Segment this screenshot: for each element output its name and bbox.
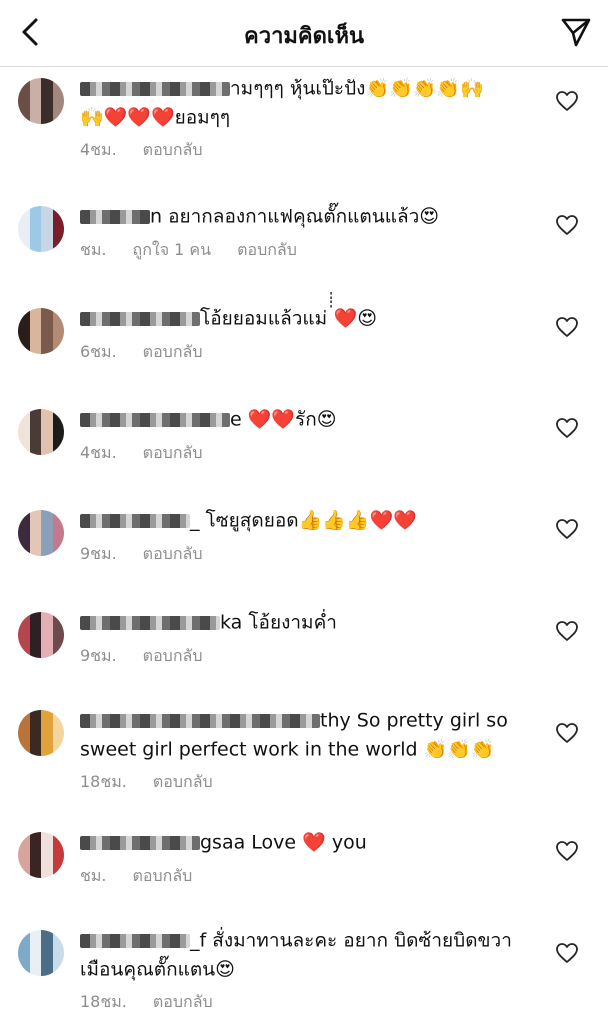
redacted-username[interactable] [80, 311, 200, 326]
reply-button[interactable]: ตอบกลับ [153, 772, 213, 791]
timestamp: ชม. [80, 866, 107, 885]
avatar[interactable] [18, 78, 64, 124]
comment-meta: 18ชม. ตอบกลับ [80, 770, 239, 795]
top-bar: ความคิดเห็น [0, 0, 608, 67]
comment-line-2: sweet girl perfect work in the world 👏👏👏 [80, 738, 495, 760]
avatar[interactable] [18, 206, 64, 252]
comment-text: ka โอ้ยงามค่ำ [80, 608, 520, 637]
heart-icon[interactable] [555, 316, 579, 338]
avatar[interactable] [18, 409, 64, 455]
comment-meta: 4ชม. ตอบกลับ [80, 441, 228, 466]
like-count[interactable]: ถูกใจ 1 คน [133, 240, 212, 259]
redacted-username[interactable] [80, 615, 220, 630]
comment-item: ka โอ้ยงามค่ำ 9ชม. ตอบกลับ [0, 606, 608, 696]
comment-text: ามๆๆๆ หุ้นเป๊ะปัง👏👏👏👏🙌 🙌❤️❤️❤️ยอมๆๆ [80, 74, 520, 131]
comment-text: _f สั่งมาทานละคะ อยาก บิดซ้ายบิดขวาเมือน… [80, 926, 520, 983]
comment-meta: 9ชม. ตอบกลับ [80, 644, 228, 669]
heart-icon[interactable] [555, 840, 579, 862]
heart-icon[interactable] [555, 722, 579, 744]
comment-text: โอ้ยยอมแล้วแม่ ่่่่❤️😍 [80, 304, 520, 333]
paper-plane-icon [561, 18, 591, 47]
comment-item: gsaa Love ❤️ you ชม. ตอบกลับ [0, 826, 608, 916]
comment-line-1: _ โซยูสุดยอด👍👍👍❤️❤️ [190, 509, 417, 532]
avatar[interactable] [18, 710, 64, 756]
comment-text: gsaa Love ❤️ you [80, 828, 520, 857]
comment-meta: ชม. ตอบกลับ [80, 864, 218, 889]
timestamp: 9ชม. [80, 646, 117, 665]
reply-button[interactable]: ตอบกลับ [143, 443, 203, 462]
send-button[interactable] [558, 14, 594, 50]
comment-item: โอ้ยยอมแล้วแม่ ่่่่❤️😍 6ชม. ตอบกลับ [0, 302, 608, 392]
heart-icon[interactable] [555, 90, 579, 112]
timestamp: 9ชม. [80, 544, 117, 563]
comment-line-1: ka โอ้ยงามค่ำ [220, 611, 337, 634]
redacted-username[interactable] [80, 81, 230, 96]
comment-text: _ โซยูสุดยอด👍👍👍❤️❤️ [80, 506, 520, 535]
comment-item: thy So pretty girl so sweet girl perfect … [0, 704, 608, 814]
timestamp: ชม. [80, 240, 107, 259]
comment-line-1: n อยากลองกาแฟคุณตั๊กแตนแล้ว😍 [150, 205, 440, 228]
heart-icon[interactable] [555, 214, 579, 236]
timestamp: 6ชม. [80, 342, 117, 361]
reply-button[interactable]: ตอบกลับ [143, 140, 203, 159]
heart-icon[interactable] [555, 518, 579, 540]
reply-button[interactable]: ตอบกลับ [153, 992, 213, 1011]
reply-button[interactable]: ตอบกลับ [143, 544, 203, 563]
avatar[interactable] [18, 612, 64, 658]
comment-text: e ❤️❤️รัก😍 [80, 405, 520, 434]
page-title: ความคิดเห็น [244, 24, 364, 49]
redacted-username[interactable] [80, 713, 320, 728]
comment-text: n อยากลองกาแฟคุณตั๊กแตนแล้ว😍 [80, 202, 520, 231]
comment-meta: ชม. ถูกใจ 1 คน ตอบกลับ [80, 238, 323, 263]
reply-button[interactable]: ตอบกลับ [237, 240, 297, 259]
comment-meta: 18ชม. ตอบกลับ [80, 990, 239, 1015]
comment-text: thy So pretty girl so sweet girl perfect … [80, 706, 520, 763]
redacted-username[interactable] [80, 513, 190, 528]
comment-line-1: ามๆๆๆ หุ้นเป๊ะปัง👏👏👏👏🙌 [230, 77, 484, 100]
reply-button[interactable]: ตอบกลับ [143, 646, 203, 665]
comment-meta: 9ชม. ตอบกลับ [80, 542, 228, 567]
heart-icon[interactable] [555, 417, 579, 439]
heart-icon[interactable] [555, 942, 579, 964]
comment-item: n อยากลองกาแฟคุณตั๊กแตนแล้ว😍 ชม. ถูกใจ 1 ค… [0, 200, 608, 290]
comment-meta: 4ชม. ตอบกลับ [80, 138, 228, 163]
avatar[interactable] [18, 930, 64, 976]
comment-line-1: thy So pretty girl so [320, 709, 508, 732]
reply-button[interactable]: ตอบกลับ [133, 866, 193, 885]
redacted-username[interactable] [80, 835, 200, 850]
heart-icon[interactable] [555, 620, 579, 642]
comment-line-1: _f สั่งมาทานละคะ อยาก บิดซ้ายบิดขวา [190, 929, 512, 952]
timestamp: 18ชม. [80, 992, 127, 1011]
comment-item: _ โซยูสุดยอด👍👍👍❤️❤️ 9ชม. ตอบกลับ [0, 504, 608, 594]
redacted-username[interactable] [80, 412, 230, 427]
avatar[interactable] [18, 308, 64, 354]
comment-item: ามๆๆๆ หุ้นเป๊ะปัง👏👏👏👏🙌 🙌❤️❤️❤️ยอมๆๆ 4ชม. ตอ… [0, 72, 608, 182]
comment-line-1: gsaa Love ❤️ you [200, 831, 367, 854]
redacted-username[interactable] [80, 209, 150, 224]
comment-line-2: 🙌❤️❤️❤️ยอมๆๆ [80, 106, 231, 128]
comment-meta: 6ชม. ตอบกลับ [80, 340, 228, 365]
avatar[interactable] [18, 510, 64, 556]
timestamp: 4ชม. [80, 443, 117, 462]
comment-line-2: เมือนคุณตั๊กแตน😍 [80, 958, 235, 980]
timestamp: 18ชม. [80, 772, 127, 791]
comment-line-1: โอ้ยยอมแล้วแม่ ่่่่❤️😍 [200, 307, 378, 330]
comment-item: _f สั่งมาทานละคะ อยาก บิดซ้ายบิดขวาเมือน… [0, 924, 608, 1034]
timestamp: 4ชม. [80, 140, 117, 159]
avatar[interactable] [18, 832, 64, 878]
comment-line-1: e ❤️❤️รัก😍 [230, 408, 337, 431]
comment-item: e ❤️❤️รัก😍 4ชม. ตอบกลับ [0, 403, 608, 493]
reply-button[interactable]: ตอบกลับ [143, 342, 203, 361]
redacted-username[interactable] [80, 933, 190, 948]
